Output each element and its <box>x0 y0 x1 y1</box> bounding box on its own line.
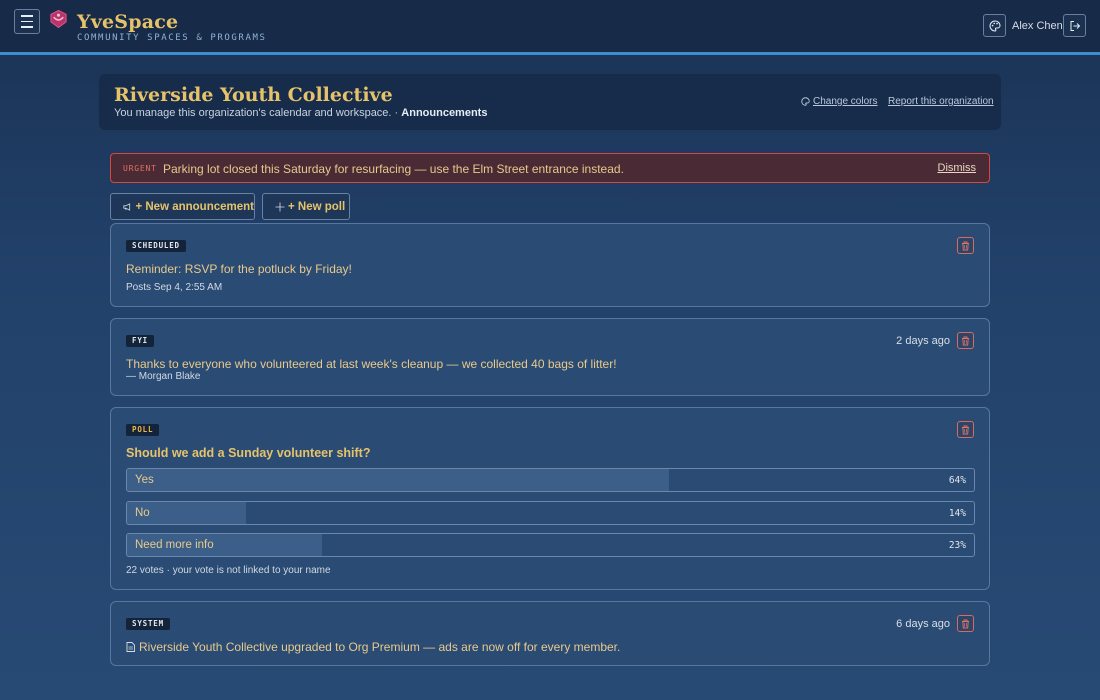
urgent-banner: URGENT Parking lot closed this Saturday … <box>110 153 990 183</box>
poll-option-label: Need more info <box>135 539 214 551</box>
system-message-text: Riverside Youth Collective upgraded to O… <box>139 640 621 654</box>
poll-question: Should we add a Sunday volunteer shift? <box>126 446 371 460</box>
poll-option[interactable]: Yes 64% <box>126 468 975 492</box>
scheduled-time: Posts Sep 4, 2:55 AM <box>126 282 223 293</box>
announcement-card: SCHEDULED Reminder: RSVP for the potluck… <box>110 223 990 307</box>
status-badge: SYSTEM <box>126 618 170 630</box>
page-title: Riverside Youth Collective <box>114 84 393 106</box>
author-name: — Morgan Blake <box>126 371 201 382</box>
report-link[interactable]: Report this organization <box>888 96 994 107</box>
delete-button[interactable] <box>957 332 974 349</box>
post-timestamp: 6 days ago <box>896 618 950 630</box>
trash-icon <box>962 336 969 345</box>
system-message: Riverside Youth Collective upgraded to O… <box>126 640 620 654</box>
poll-option-label: Yes <box>135 474 154 486</box>
org-description: You manage this organization's calendar … <box>114 107 392 119</box>
urgent-badge: URGENT <box>123 164 157 173</box>
logout-button[interactable] <box>1063 14 1086 37</box>
trash-icon <box>962 425 969 434</box>
post-timestamp: 2 days ago <box>896 335 950 347</box>
status-badge: SCHEDULED <box>126 240 186 252</box>
org-header: Riverside Youth Collective You manage th… <box>99 74 1001 130</box>
poll-option-label: No <box>135 507 150 519</box>
separator: · <box>394 107 399 119</box>
poll-option[interactable]: No 14% <box>126 501 975 525</box>
trash-icon <box>962 619 969 628</box>
poll-option-percent: 14% <box>948 508 966 519</box>
poll-card: POLL Should we add a Sunday volunteer sh… <box>110 407 990 590</box>
dismiss-button[interactable]: Dismiss <box>938 162 977 174</box>
poll-option-percent: 64% <box>948 475 966 486</box>
announcement-card: FYI 2 days ago Thanks to everyone who vo… <box>110 318 990 396</box>
new-announcement-button[interactable]: + New announcement <box>110 193 255 220</box>
hamburger-icon <box>21 13 33 30</box>
change-colors-link[interactable]: Change colors <box>801 96 877 107</box>
palette-icon <box>989 19 1001 32</box>
status-badge: POLL <box>126 424 160 436</box>
new-announcement-label: + New announcement <box>135 200 254 213</box>
delete-button[interactable] <box>957 237 974 254</box>
menu-button[interactable] <box>14 9 40 34</box>
logout-icon <box>1070 20 1080 31</box>
change-colors-label: Change colors <box>813 96 878 107</box>
logo-icon <box>50 9 67 29</box>
delete-button[interactable] <box>957 421 974 438</box>
urgent-message: Parking lot closed this Saturday for res… <box>163 162 624 176</box>
section-name: Announcements <box>401 107 488 119</box>
brand-name[interactable]: YveSpace <box>77 11 178 33</box>
palette-icon <box>801 97 810 106</box>
new-poll-button[interactable]: + New poll <box>262 193 350 220</box>
announcement-text: Reminder: RSVP for the potluck by Friday… <box>126 262 352 276</box>
announcement-text: Thanks to everyone who volunteered at la… <box>126 357 617 371</box>
poll-option-bar <box>127 469 670 491</box>
announcement-card: SYSTEM 6 days ago Riverside Youth Collec… <box>110 601 990 666</box>
megaphone-icon <box>123 202 131 211</box>
status-badge: FYI <box>126 335 154 347</box>
trash-icon <box>962 241 969 250</box>
sparkle-icon <box>275 202 285 211</box>
document-icon <box>126 642 135 652</box>
theme-button[interactable] <box>983 14 1006 37</box>
poll-option[interactable]: Need more info 23% <box>126 533 975 557</box>
poll-option-percent: 23% <box>948 540 966 551</box>
brand-tagline: COMMUNITY SPACES & PROGRAMS <box>77 33 267 43</box>
org-subtitle: You manage this organization's calendar … <box>114 107 487 119</box>
poll-vote-count: 22 votes · your vote is not linked to yo… <box>126 565 331 576</box>
new-poll-label: + New poll <box>288 200 346 213</box>
top-bar: YveSpace COMMUNITY SPACES & PROGRAMS Ale… <box>0 0 1100 55</box>
user-name[interactable]: Alex Chen <box>1012 20 1063 32</box>
delete-button[interactable] <box>957 615 974 632</box>
